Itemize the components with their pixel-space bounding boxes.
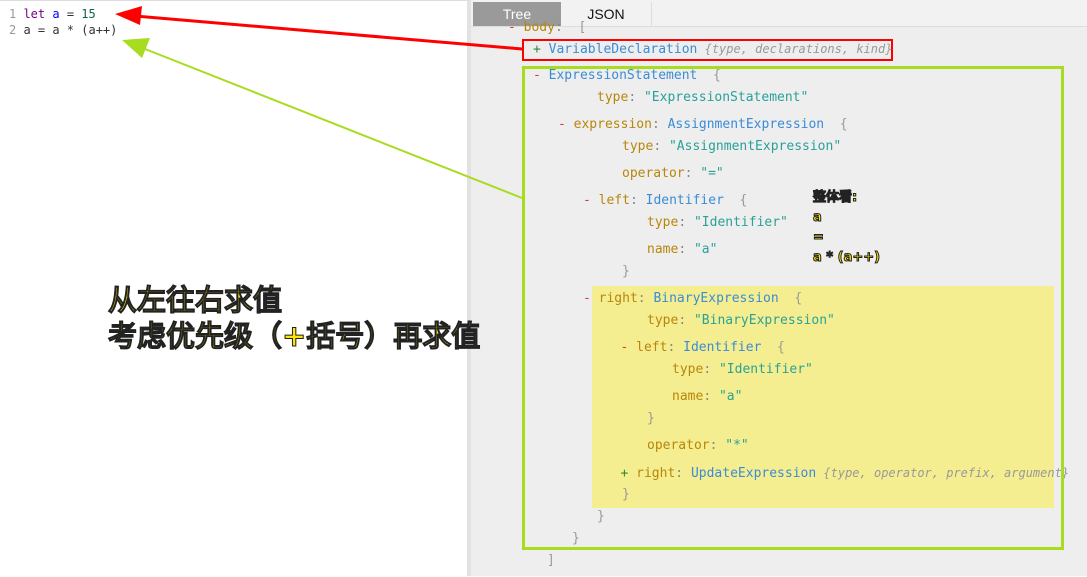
annotation-overall: 整体看: a = a * (a++) xyxy=(812,188,881,268)
red-arrow xyxy=(134,14,523,51)
annotation-line: a xyxy=(812,210,822,226)
annotation-line: 考虑优先级（+括号）再求值 xyxy=(107,319,481,354)
green-arrow xyxy=(139,46,523,199)
annotation-line: a * (a++) xyxy=(812,250,881,266)
annotation-line: 从左往右求值 xyxy=(107,283,283,318)
green-arrowhead xyxy=(122,38,150,58)
annotation-evaluation-order: 从左往右求值 考虑优先级（+括号）再求值 xyxy=(107,282,481,354)
annotation-line: 整体看: xyxy=(812,190,858,206)
red-arrowhead xyxy=(115,6,142,25)
annotation-line: = xyxy=(812,230,824,246)
